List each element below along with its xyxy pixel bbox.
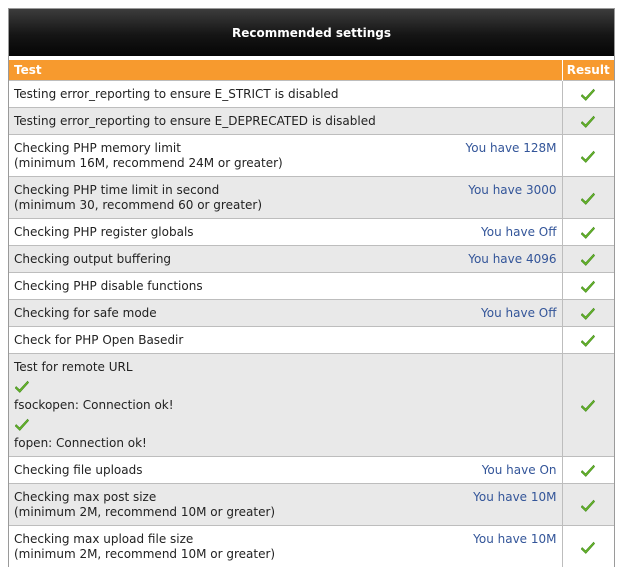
test-label: Checking PHP register globals xyxy=(14,225,194,239)
test-label: Checking max upload file size (minimum 2… xyxy=(14,532,275,561)
test-cell: Testing error_reporting to ensure E_STRI… xyxy=(9,81,562,108)
test-label: Checking PHP time limit in second (minim… xyxy=(14,183,262,212)
test-label: Checking max post size (minimum 2M, reco… xyxy=(14,490,275,519)
test-label: Testing error_reporting to ensure E_STRI… xyxy=(14,87,339,101)
test-label: Check for PHP Open Basedir xyxy=(14,333,183,347)
test-label: Checking output buffering xyxy=(14,252,171,266)
table-header-row: Test Result xyxy=(9,60,614,81)
table-row: Checking PHP time limit in second (minim… xyxy=(9,177,614,219)
result-cell xyxy=(562,457,614,484)
table-row: Checking output buffering You have 4096 xyxy=(9,246,614,273)
test-cell: Checking max post size (minimum 2M, reco… xyxy=(9,484,562,526)
result-cell xyxy=(562,526,614,567)
test-cell: Check for PHP Open Basedir xyxy=(9,327,562,354)
checkmark-icon xyxy=(15,379,558,395)
subtest-item: fsockopen: Connection ok! xyxy=(14,379,558,413)
result-cell xyxy=(562,246,614,273)
test-label: Checking PHP memory limit (minimum 16M, … xyxy=(14,141,283,170)
current-value: You have Off xyxy=(481,306,556,321)
settings-table: Test Result Testing error_reporting to e… xyxy=(9,60,614,567)
test-label: Checking for safe mode xyxy=(14,306,157,320)
checkmark-icon xyxy=(581,333,595,347)
test-cell: Checking for safe mode You have Off xyxy=(9,300,562,327)
result-cell xyxy=(562,273,614,300)
checkmark-icon xyxy=(581,498,595,512)
result-cell xyxy=(562,108,614,135)
test-cell: Checking PHP register globals You have Of… xyxy=(9,219,562,246)
table-row: Checking for safe mode You have Off xyxy=(9,300,614,327)
result-cell xyxy=(562,300,614,327)
result-cell xyxy=(562,354,614,457)
test-cell: Checking PHP disable functions xyxy=(9,273,562,300)
panel-header: Recommended settings xyxy=(9,9,614,60)
checkmark-icon xyxy=(581,191,595,205)
checkmark-icon xyxy=(581,252,595,266)
current-value: You have 10M xyxy=(473,490,556,505)
test-cell: Testing error_reporting to ensure E_DEPR… xyxy=(9,108,562,135)
result-cell xyxy=(562,81,614,108)
test-label: Checking PHP disable functions xyxy=(14,279,203,293)
result-cell xyxy=(562,135,614,177)
checkmark-icon xyxy=(581,225,595,239)
test-cell: Checking PHP time limit in second (minim… xyxy=(9,177,562,219)
checkmark-icon xyxy=(581,540,595,554)
current-value: You have Off xyxy=(481,225,556,240)
table-row: Checking PHP memory limit (minimum 16M, … xyxy=(9,135,614,177)
table-row: Checking PHP register globals You have Of… xyxy=(9,219,614,246)
subtest-item: fopen: Connection ok! xyxy=(14,417,558,451)
current-value: You have On xyxy=(482,463,557,478)
result-cell xyxy=(562,219,614,246)
table-row: Testing error_reporting to ensure E_DEPR… xyxy=(9,108,614,135)
table-row: Test for remote URL fsockopen: Connection… xyxy=(9,354,614,457)
test-cell: Test for remote URL fsockopen: Connection… xyxy=(9,354,562,457)
column-header-result: Result xyxy=(562,60,614,81)
test-label: Testing error_reporting to ensure E_DEPR… xyxy=(14,114,376,128)
test-label: Checking file uploads xyxy=(14,463,143,477)
current-value: You have 10M xyxy=(473,532,556,547)
panel-title: Recommended settings xyxy=(232,26,391,40)
test-cell: Checking PHP memory limit (minimum 16M, … xyxy=(9,135,562,177)
checkmark-icon xyxy=(581,114,595,128)
checkmark-icon xyxy=(15,417,558,433)
checkmark-icon xyxy=(581,463,595,477)
table-row: Checking max upload file size (minimum 2… xyxy=(9,526,614,567)
current-value: You have 128M xyxy=(465,141,556,156)
recommended-settings-panel: Recommended settings Test Result Testing… xyxy=(8,8,615,567)
checkmark-icon xyxy=(581,398,595,412)
table-row: Checking max post size (minimum 2M, reco… xyxy=(9,484,614,526)
subtest-label: fsockopen: Connection ok! xyxy=(14,398,174,412)
table-row: Checking PHP disable functions xyxy=(9,273,614,300)
table-row: Testing error_reporting to ensure E_STRI… xyxy=(9,81,614,108)
checkmark-icon xyxy=(581,87,595,101)
current-value: You have 4096 xyxy=(468,252,556,267)
column-header-test: Test xyxy=(9,60,562,81)
checkmark-icon xyxy=(581,279,595,293)
result-cell xyxy=(562,484,614,526)
test-cell: Checking output buffering You have 4096 xyxy=(9,246,562,273)
current-value: You have 3000 xyxy=(468,183,556,198)
test-cell: Checking file uploads You have On xyxy=(9,457,562,484)
table-row: Checking file uploads You have On xyxy=(9,457,614,484)
checkmark-icon xyxy=(581,149,595,163)
result-cell xyxy=(562,327,614,354)
result-cell xyxy=(562,177,614,219)
checkmark-icon xyxy=(581,306,595,320)
test-cell: Checking max upload file size (minimum 2… xyxy=(9,526,562,567)
test-label: Test for remote URL xyxy=(14,360,133,374)
table-row: Check for PHP Open Basedir xyxy=(9,327,614,354)
subtest-label: fopen: Connection ok! xyxy=(14,436,147,450)
